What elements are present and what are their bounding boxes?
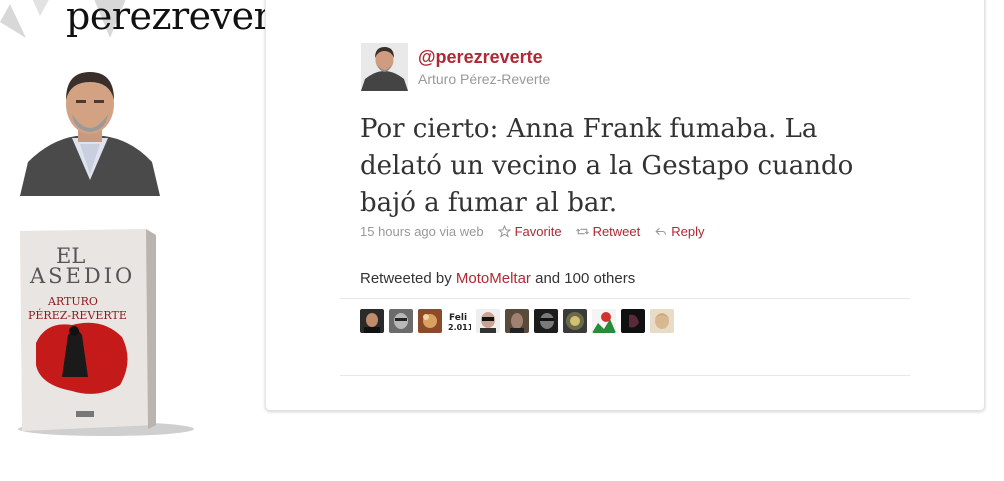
tweet-text: Por cierto: Anna Frank fumaba. La delató… [360, 114, 854, 218]
tweet-meta-row: 15 hours ago via web Favorite Retweet Re… [360, 224, 705, 239]
reply-icon [655, 227, 667, 236]
retweeter-avatar-3[interactable] [418, 309, 442, 333]
retweet-icon [575, 228, 589, 235]
favorite-button[interactable]: Favorite [497, 224, 562, 239]
divider-bottom [340, 375, 910, 376]
divider-top [340, 298, 910, 299]
retweet-label: Retweet [592, 224, 641, 239]
retweeter-avatar-10[interactable] [621, 309, 645, 333]
star-icon [497, 225, 511, 238]
book-author-line1: ARTURO [47, 295, 98, 308]
book-author-line2: PÉREZ-REVERTE [28, 308, 127, 322]
reply-button[interactable]: Reply [654, 224, 705, 239]
retweeter-avatar-7[interactable] [534, 309, 558, 333]
site-title: perezrevert [66, 0, 287, 38]
author-photo[interactable] [20, 70, 160, 196]
tweet-timestamp[interactable]: 15 hours ago via web [360, 224, 484, 239]
retweeted-by-line: Retweeted by MotoMeltar and 100 others [360, 270, 635, 287]
retweeter-link[interactable]: MotoMeltar [456, 270, 531, 287]
retweeter-avatar-5[interactable] [476, 309, 500, 333]
favorite-label: Favorite [514, 224, 562, 239]
retweeter-avatar-9[interactable] [592, 309, 616, 333]
avatar-4-label-bottom: 2.011 [448, 323, 471, 332]
retweeted-suffix: and 100 others [535, 270, 636, 287]
retweeter-avatar-6[interactable] [505, 309, 529, 333]
tweet-author-name[interactable]: Arturo Pérez-Reverte [418, 71, 550, 87]
avatar-4-label-top: Feli [449, 313, 467, 323]
retweet-button[interactable]: Retweet [575, 224, 641, 239]
book-cover[interactable]: EL ASEDIO ARTURO PÉREZ-REVERTE [6, 225, 196, 440]
reply-label: Reply [671, 224, 705, 239]
retweeter-avatar-2[interactable] [389, 309, 413, 333]
tweet-author-handle[interactable]: @perezreverte [418, 47, 543, 68]
retweeted-prefix: Retweeted by [360, 270, 452, 287]
retweeter-avatar-11[interactable] [650, 309, 674, 333]
book-title-line2: ASEDIO [29, 264, 135, 288]
retweeter-avatar-8[interactable] [563, 309, 587, 333]
retweeter-avatar-1[interactable] [360, 309, 384, 333]
retweeter-avatars: Feli 2.011 [360, 309, 674, 333]
tweet-author-avatar[interactable] [361, 43, 408, 91]
retweeter-avatar-4[interactable]: Feli 2.011 [447, 309, 471, 333]
